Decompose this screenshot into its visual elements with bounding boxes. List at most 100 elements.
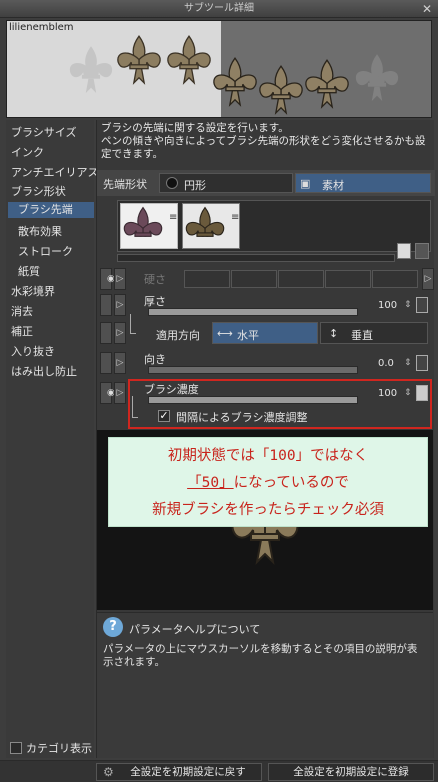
tip-shape-material-button[interactable]: ▣ 素材 [295,173,431,193]
direction-vertical-button[interactable]: ↕ 垂直 [320,322,428,344]
spin-arrows-icon[interactable]: ⇕ [404,300,412,310]
sidebar-item-watercolor-edge[interactable]: 水彩境界 [11,283,55,299]
eye-toggle[interactable] [100,322,112,344]
circle-icon [166,177,178,189]
sidebar-item-spray[interactable]: 散布効果 [18,223,62,239]
hardness-arrow[interactable]: ▷ [422,268,434,290]
svg-text:≡: ≡ [231,212,239,223]
thickness-value: 100 [378,300,398,311]
horizontal-arrows-icon: ⟷ [217,327,233,340]
direction-value: 0.0 [378,358,394,369]
expand-toggle[interactable]: ▷ [114,294,126,316]
reset-all-button[interactable]: ⚙ 全設定を初期設定に戻す [96,763,262,781]
stroke-preview: lilienemblem [6,20,432,118]
hardness-label: 硬さ [144,273,166,286]
direction-pressure-button[interactable] [416,355,428,371]
sidebar-item-brush-shape[interactable]: ブラシ形状 [11,183,66,199]
tip-shape-label: 先端形状 [103,178,147,191]
expand-toggle[interactable]: ▷ [114,268,126,290]
thickness-pressure-button[interactable] [416,297,428,313]
eye-toggle[interactable]: ◉ [100,382,115,404]
param-row-hardness: ◉ ▷ 硬さ ▷ [96,266,434,292]
slider-fill [149,309,357,315]
title-bar: サブツール詳細 ✕ [0,0,438,18]
hardness-presets[interactable] [184,270,420,288]
material-label: 素材 [322,179,344,192]
sidebar-item-ink[interactable]: インク [11,144,44,160]
annotation-line-rest: になっているので [233,475,349,491]
sidebar-item-stroke[interactable]: ストローク [18,243,73,259]
help-body: パラメータの上にマウスカーソルを移動するとその項目の説明が表示されます。 [103,643,418,668]
close-icon[interactable]: ✕ [422,0,432,18]
annotation-emphasis: 「50」 [187,475,234,491]
horizontal-label: 水平 [237,329,259,342]
expand-toggle[interactable]: ▷ [114,382,126,404]
gear-icon: ⚙ [103,765,114,779]
direction-slider[interactable] [148,366,358,374]
register-defaults-label: 全設定を初期設定に登録 [293,766,409,778]
description-line: ペンの傾きや向きによってブラシ先端の形状をどう変化させるかも設 [101,135,426,147]
circle-label: 円形 [184,179,206,192]
panel-description: ブラシの先端に関する設定を行います。 ペンの傾きや向きによってブラシ先端の形状を… [101,122,431,161]
annotation-line: 新規ブラシを作ったらチェック必須 [152,502,384,518]
expand-toggle[interactable]: ▷ [114,352,126,374]
annotation-line: 初期状態では「100」ではなく [167,448,369,464]
sidebar-item-overflow-prevention[interactable]: はみ出し防止 [11,363,77,379]
material-thumbnail[interactable]: ≡ [120,203,178,249]
vertical-arrows-icon: ↕ [329,327,339,340]
material-thumbnail[interactable]: ≡ [182,203,240,249]
hardness-cell[interactable] [184,270,230,288]
material-icon: ▣ [300,177,311,190]
expand-toggle[interactable]: ▷ [114,322,126,344]
annotation-line: 「50」になっているので [109,471,427,492]
material-list: ≡ ≡ [117,200,431,252]
help-title: パラメータヘルプについて [129,623,261,636]
tip-shape-row: 先端形状 円形 ▣ 素材 [97,170,435,196]
fleur-thumbnail-graphic: ≡ [185,206,239,237]
direction-label: 向き [144,353,166,366]
param-row-apply-direction: ▷ 適用方向 ⟷ 水平 ↕ 垂直 [96,314,434,346]
register-defaults-button[interactable]: 全設定を初期設定に登録 [268,763,434,781]
category-sidebar: ブラシサイズ インク アンチエイリアス ブラシ形状 ブラシ先端 散布効果 ストロ… [6,120,99,758]
eye-toggle[interactable]: ◉ [100,268,115,290]
annotation-note: 初期状態では「100」ではなく 「50」になっているので 新規ブラシを作ったらチ… [108,437,428,527]
sidebar-item-paper[interactable]: 紙質 [18,263,40,279]
fleur-stroke-graphic [69,35,399,114]
eye-toggle[interactable] [100,352,112,374]
vertical-label: 垂直 [351,329,373,342]
sidebar-item-taper[interactable]: 入り抜き [11,343,55,359]
description-line: ブラシの先端に関する設定を行います。 [101,122,289,134]
add-material-button[interactable] [397,243,411,259]
sidebar-item-erase[interactable]: 消去 [11,303,33,319]
thickness-label: 厚さ [144,295,166,308]
apply-direction-label: 適用方向 [156,329,200,342]
sidebar-item-brush-tip[interactable]: ブラシ先端 [8,202,94,218]
sidebar-item-correction[interactable]: 補正 [11,323,33,339]
hardness-cell[interactable] [231,270,277,288]
category-display-label: カテゴリ表示 [26,742,92,755]
param-row-thickness: ▷ 厚さ 100 ⇕ [96,292,434,318]
sidebar-item-antialias[interactable]: アンチエイリアス [11,164,99,180]
description-line: 定できます。 [101,148,163,160]
tree-connector [130,314,136,334]
hardness-cell[interactable] [372,270,418,288]
tip-shape-circle-button[interactable]: 円形 [159,173,293,193]
window-title: サブツール詳細 [184,3,254,14]
fleur-thumbnail-graphic: ≡ [123,206,177,237]
eye-toggle[interactable] [100,294,112,316]
thickness-slider[interactable] [148,308,358,316]
reset-all-label: 全設定を初期設定に戻す [130,766,246,778]
svg-text:≡: ≡ [169,212,177,223]
hardness-cell[interactable] [278,270,324,288]
spin-arrows-icon[interactable]: ⇕ [404,358,412,368]
footer-bar: ⚙ 全設定を初期設定に戻す 全設定を初期設定に登録 [0,760,438,782]
category-display-checkbox[interactable] [10,742,22,754]
delete-material-button[interactable] [415,243,429,259]
highlight-box [128,379,432,429]
material-scrollbar[interactable] [117,254,395,262]
hardness-cell[interactable] [325,270,371,288]
sidebar-item-brush-size[interactable]: ブラシサイズ [11,124,76,140]
direction-horizontal-button[interactable]: ⟷ 水平 [212,322,318,344]
help-icon: ? [103,617,123,637]
parameter-help: ? パラメータヘルプについて パラメータの上にマウスカーソルを移動するとその項目… [97,612,433,758]
